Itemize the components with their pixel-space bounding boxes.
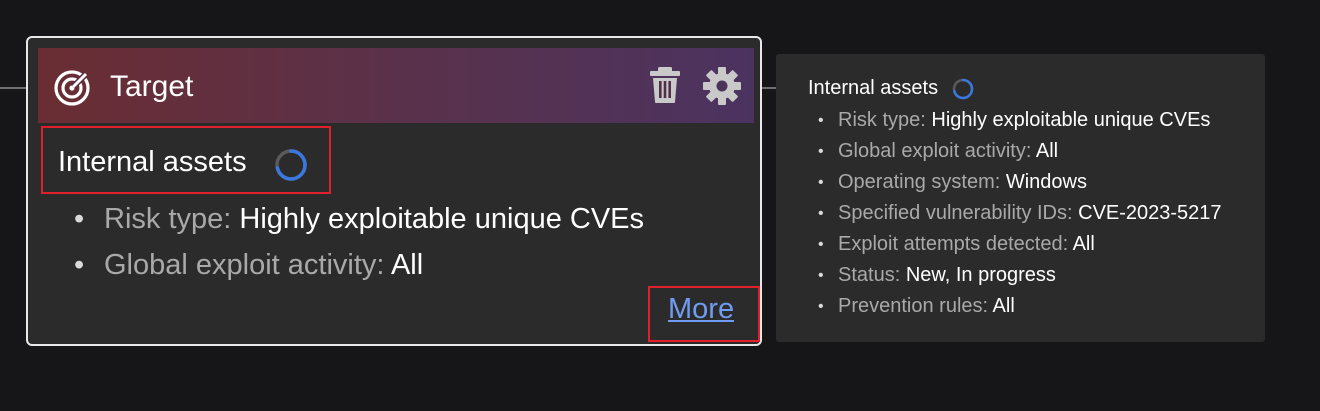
list-item: Prevention rules: All xyxy=(818,291,1222,322)
asset-title: Internal assets xyxy=(58,146,247,178)
list-item: Specified vulnerability IDs: CVE-2023-52… xyxy=(818,198,1222,229)
card-filter-list: Risk type: Highly exploitable unique CVE… xyxy=(74,196,644,288)
target-icon xyxy=(54,70,90,106)
filter-value: Highly exploitable unique CVEs xyxy=(239,203,645,235)
right-connector-line xyxy=(762,87,776,89)
filter-label: Risk type: xyxy=(104,203,232,235)
filter-value: All xyxy=(1035,140,1059,162)
filter-label: Specified vulnerability IDs: xyxy=(838,202,1073,224)
more-link[interactable]: More xyxy=(668,293,734,326)
list-item: Risk type: Highly exploitable unique CVE… xyxy=(74,196,644,242)
filter-value: All xyxy=(1072,233,1095,255)
tooltip-title: Internal assets xyxy=(808,77,939,99)
filter-label: Global exploit activity: xyxy=(104,249,385,281)
details-tooltip: Internal assets Risk type: Highly exploi… xyxy=(776,54,1265,342)
list-item: Operating system: Windows xyxy=(818,167,1222,198)
filter-label: Prevention rules: xyxy=(838,295,989,317)
list-item: Status: New, In progress xyxy=(818,260,1222,291)
filter-value: CVE-2023-5217 xyxy=(1078,202,1222,224)
loading-spinner-icon xyxy=(275,149,307,181)
target-card[interactable]: Target Internal assets • Risk type: High… xyxy=(26,36,762,346)
list-item: Global exploit activity: All xyxy=(818,136,1222,167)
filter-value: Windows xyxy=(1005,171,1087,193)
card-title: Target xyxy=(110,70,194,103)
filter-label: Exploit attempts detected: xyxy=(838,233,1069,255)
tooltip-filter-list: Risk type: Highly exploitable unique CVE… xyxy=(818,105,1222,322)
filter-value: All xyxy=(390,249,424,281)
left-connector-line xyxy=(0,87,26,89)
filter-value: All xyxy=(992,295,1015,317)
list-item: Risk type: Highly exploitable unique CVE… xyxy=(818,105,1222,136)
gear-icon[interactable] xyxy=(702,66,742,106)
filter-label: Operating system: xyxy=(838,171,1001,193)
filter-label: Risk type: xyxy=(838,109,926,131)
filter-label: Global exploit activity: xyxy=(838,140,1032,162)
loading-spinner-icon xyxy=(952,78,974,100)
trash-icon[interactable] xyxy=(648,66,682,104)
list-item: Global exploit activity: All xyxy=(74,242,644,288)
list-item: Exploit attempts detected: All xyxy=(818,229,1222,260)
filter-value: New, In progress xyxy=(905,264,1056,286)
card-header: Target xyxy=(38,48,754,123)
filter-label: Status: xyxy=(838,264,901,286)
filter-value: Highly exploitable unique CVEs xyxy=(931,109,1211,131)
